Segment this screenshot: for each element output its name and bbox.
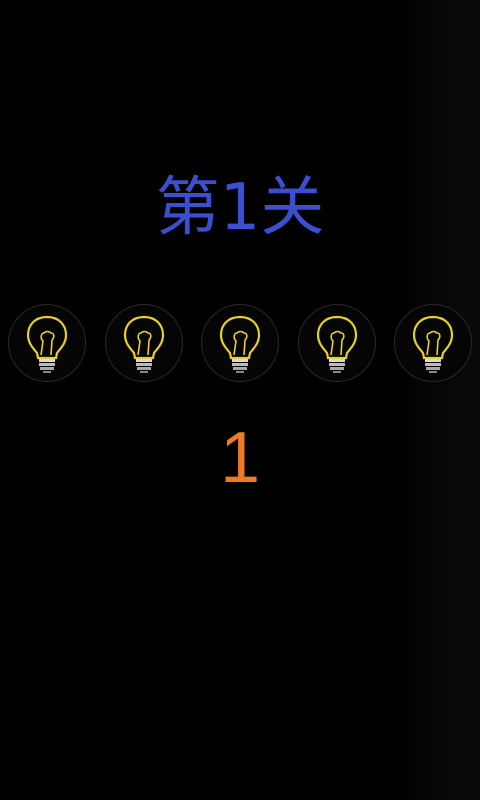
hint-bulb-2[interactable] bbox=[104, 304, 183, 382]
lightbulb-icon bbox=[316, 315, 357, 373]
hint-bulb-5[interactable] bbox=[394, 304, 472, 382]
hint-bulb-3[interactable] bbox=[201, 304, 279, 382]
hint-bulb-4[interactable] bbox=[297, 304, 376, 382]
lightbulb-icon bbox=[26, 315, 68, 373]
lightbulb-icon bbox=[219, 315, 261, 373]
hint-bulb-1[interactable] bbox=[8, 304, 86, 382]
game-screen: 第1关 1 bbox=[0, 0, 480, 800]
lightbulb-icon bbox=[123, 315, 164, 373]
hint-bulb-row bbox=[8, 304, 472, 382]
counter-number: 1 bbox=[219, 418, 261, 498]
level-title: 第1关 bbox=[155, 171, 325, 245]
lightbulb-icon bbox=[412, 315, 454, 373]
